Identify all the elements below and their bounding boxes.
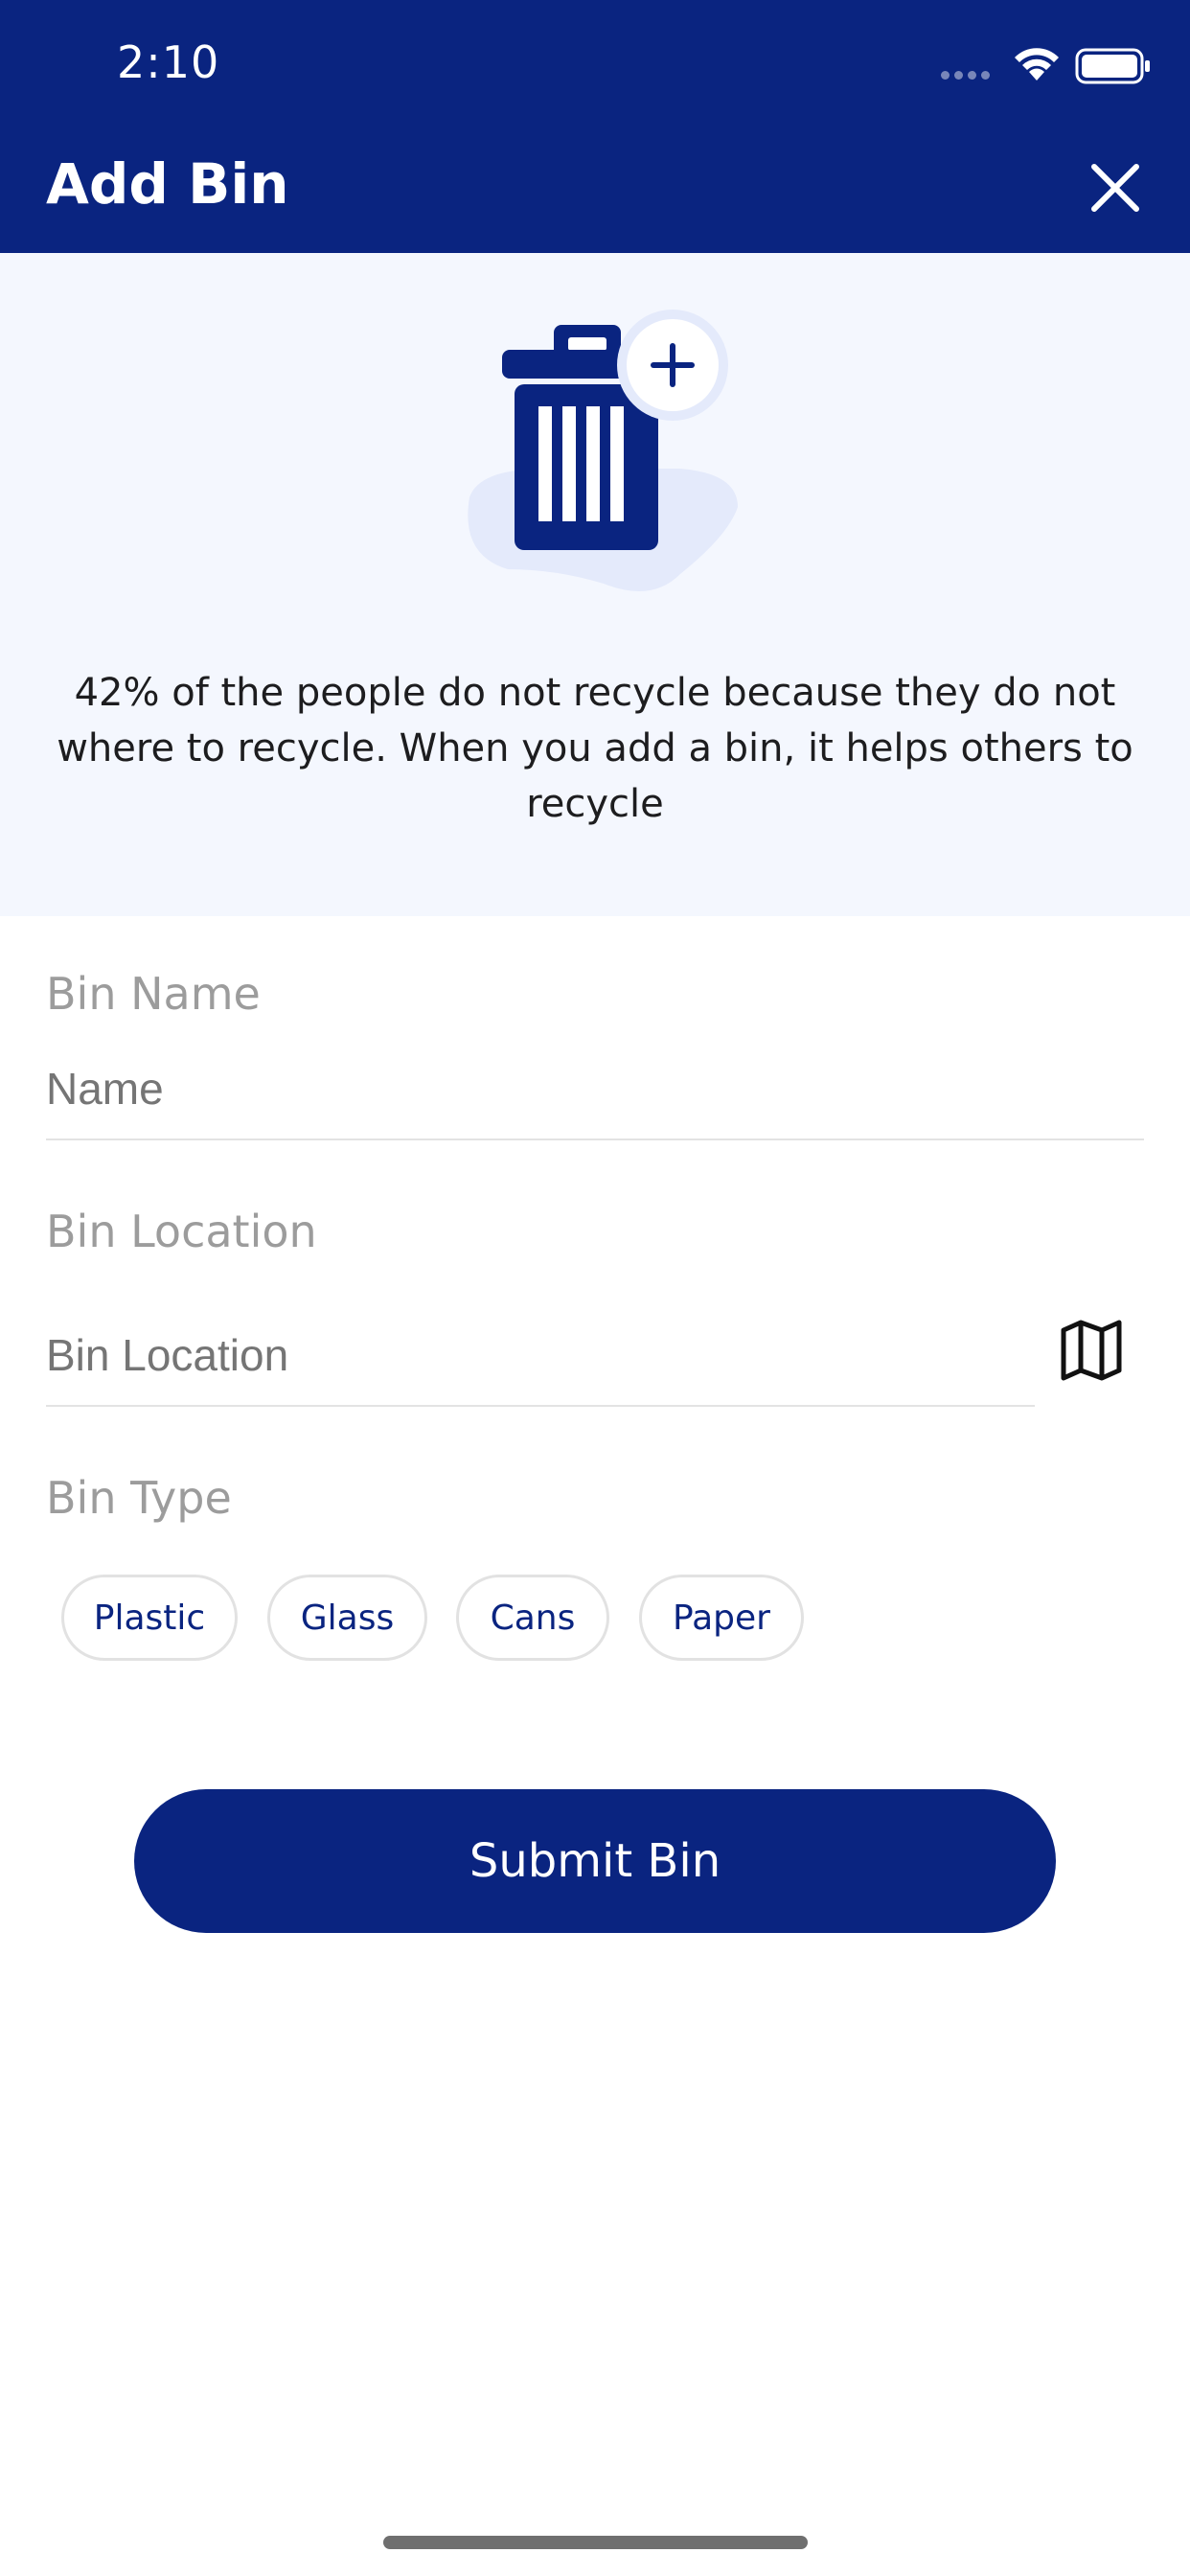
trash-bin-add-icon <box>468 310 738 591</box>
signal-icon <box>941 71 990 80</box>
wifi-icon <box>1015 48 1059 80</box>
chip-glass[interactable]: Glass <box>267 1575 427 1661</box>
bin-name-underline <box>46 1138 1144 1140</box>
chip-cans[interactable]: Cans <box>456 1575 609 1661</box>
battery-icon <box>1075 48 1150 84</box>
close-icon[interactable] <box>1085 157 1146 218</box>
page-title: Add Bin <box>46 151 289 217</box>
status-bar-icons <box>941 38 1190 86</box>
submit-bin-button[interactable]: Submit Bin <box>134 1789 1056 1933</box>
bin-location-input[interactable] <box>46 1324 1033 1386</box>
bin-location-label: Bin Location <box>46 1206 317 1257</box>
bin-name-input[interactable] <box>46 1058 1144 1119</box>
home-indicator[interactable] <box>383 2536 808 2549</box>
info-banner: 42% of the people do not recycle because… <box>0 253 1190 916</box>
header: 2:10 Add Bin <box>0 0 1190 253</box>
bin-name-label: Bin Name <box>46 968 261 1020</box>
add-bin-screen: 2:10 Add Bin 42% of the people do not re… <box>0 0 1190 2576</box>
bin-type-label: Bin Type <box>46 1472 232 1524</box>
chip-plastic[interactable]: Plastic <box>61 1575 238 1661</box>
status-time: 2:10 <box>117 36 220 88</box>
chip-paper[interactable]: Paper <box>639 1575 804 1661</box>
map-icon[interactable] <box>1058 1319 1125 1382</box>
bin-location-underline <box>46 1405 1035 1407</box>
banner-text: 42% of the people do not recycle because… <box>57 671 1133 826</box>
